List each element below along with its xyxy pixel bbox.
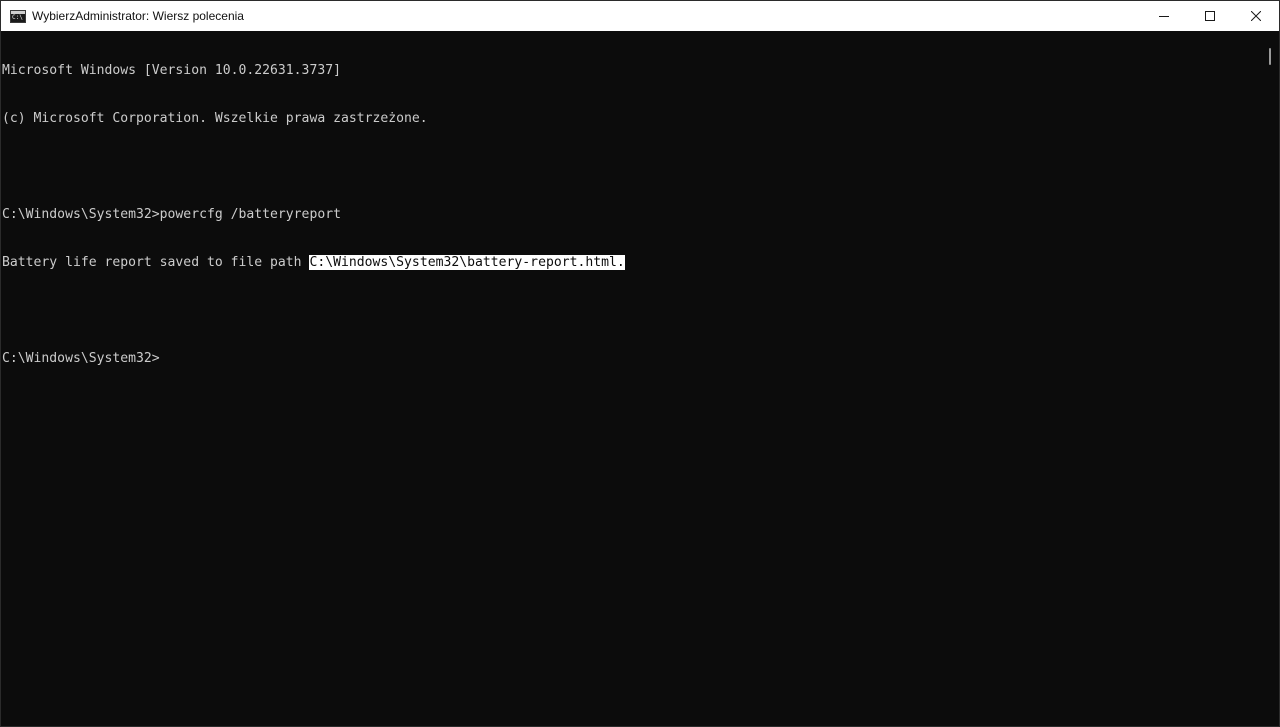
title-bar[interactable]: C:\ WybierzAdministrator: Wiersz polecen…	[1, 1, 1279, 31]
close-button[interactable]	[1233, 1, 1279, 31]
minimize-button[interactable]	[1141, 1, 1187, 31]
maximize-icon	[1205, 11, 1215, 21]
console-output[interactable]: Microsoft Windows [Version 10.0.22631.37…	[1, 31, 1265, 726]
scrollbar-thumb[interactable]	[1269, 48, 1271, 65]
cmd-icon[interactable]: C:\	[10, 9, 26, 23]
close-icon	[1251, 11, 1261, 21]
vertical-scrollbar[interactable]	[1263, 31, 1278, 726]
window-title: WybierzAdministrator: Wiersz polecenia	[32, 9, 244, 23]
console-line-result: Battery life report saved to file path C…	[2, 255, 1265, 271]
console-line-prompt[interactable]: C:\Windows\System32>	[2, 351, 1265, 367]
console-line-command: C:\Windows\System32>powercfg /batteryrep…	[2, 207, 341, 222]
result-text: Battery life report saved to file path	[2, 255, 310, 270]
minimize-icon	[1159, 16, 1169, 17]
maximize-button[interactable]	[1187, 1, 1233, 31]
command-prompt-window: C:\ WybierzAdministrator: Wiersz polecen…	[0, 0, 1280, 727]
window-controls	[1141, 1, 1279, 31]
cmd-icon-glyph: C:\	[12, 13, 23, 21]
console-line-copyright: (c) Microsoft Corporation. Wszelkie praw…	[2, 111, 428, 126]
console-line-version: Microsoft Windows [Version 10.0.22631.37…	[2, 63, 341, 78]
selected-file-path[interactable]: C:\Windows\System32\battery-report.html.	[309, 255, 625, 270]
